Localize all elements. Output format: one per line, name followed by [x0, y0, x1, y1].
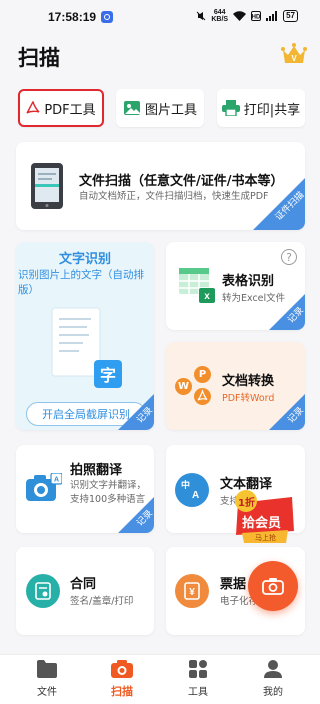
hd-icon: HD — [251, 11, 262, 21]
contract-desc: 签名/盖章/打印 — [70, 596, 134, 607]
net-speed-value: 644 — [213, 9, 226, 16]
page-title: 扫描 — [18, 46, 60, 70]
ppt-badge-icon: P — [194, 366, 211, 383]
pdf-icon — [26, 101, 40, 114]
receipt-title: 票据 — [220, 577, 247, 592]
nav-files[interactable]: 文件 — [17, 659, 77, 698]
receipt-yen-glyph: ¥ — [184, 582, 200, 600]
tablet-scan-icon — [31, 163, 63, 209]
word-badge-letter: W — [177, 381, 190, 392]
vip-promo-badge[interactable]: 1折 拾会员 马上抢 — [232, 487, 298, 545]
folder-icon — [37, 660, 57, 678]
contract-title: 合同 — [70, 577, 97, 592]
promo-top-label: 1折 — [238, 498, 255, 509]
doc-convert-card[interactable]: W P 文档转换 PDF转Word 记录 — [166, 342, 305, 430]
nav-scan[interactable]: 扫描 — [92, 659, 152, 699]
receipt-icon: ¥ — [175, 574, 209, 608]
tools-grid-icon — [189, 660, 207, 678]
svg-text:¥: ¥ — [189, 587, 195, 598]
print-share-label: 打印|共享 — [243, 102, 301, 118]
doc-scan-card[interactable]: 文件扫描（任意文件/证件/书本等） 自动文档矫正，文件扫描归档，快速生成PDF … — [16, 142, 305, 230]
svg-text:A: A — [54, 477, 59, 484]
wifi-icon — [233, 11, 247, 21]
ocr-glyph: 字 — [99, 366, 116, 385]
nav-mine[interactable]: 我的 — [243, 659, 303, 698]
svg-text:x: x — [204, 291, 210, 302]
text-translate-icon-zh: 中 — [181, 481, 191, 491]
contract-card[interactable]: 合同 签名/盖章/打印 — [16, 547, 154, 635]
print-share-button[interactable]: 打印|共享 — [217, 89, 305, 127]
status-icons: 644 KB/S HD 57 — [196, 9, 298, 23]
ocr-title: 文字识别 — [58, 252, 111, 267]
image-icon — [123, 101, 140, 115]
ocr-global-screenshot-label: 开启全局截屏识别 — [42, 408, 130, 421]
nav-files-label: 文件 — [37, 687, 57, 698]
net-speed-unit: KB/S — [211, 16, 229, 23]
word-badge-icon: W — [175, 378, 192, 395]
doc-scan-desc: 自动文档矫正，文件扫描归档，快速生成PDF — [79, 191, 269, 202]
nav-tools-label: 工具 — [188, 687, 208, 698]
signal-icon — [266, 11, 278, 21]
nav-tools[interactable]: 工具 — [168, 659, 228, 698]
contract-doc-glyph — [35, 582, 51, 600]
user-icon — [264, 660, 282, 678]
ppt-badge-letter: P — [198, 369, 207, 380]
ocr-glyph-badge: 字 — [94, 360, 122, 388]
mute-icon — [197, 11, 206, 21]
table-ocr-card[interactable]: ? x 表格识别 转为Excel文件 记录 — [166, 242, 305, 330]
promo-main-label: 拾会员 — [242, 516, 282, 531]
doc-convert-title: 文档转换 — [222, 374, 275, 389]
ocr-desc: 识别图片上的文字（自动排版） — [18, 269, 144, 296]
text-translate-icon: 中 A — [175, 473, 209, 507]
status-time: 17:58:19 — [48, 10, 97, 24]
image-tool-label: 图片工具 — [144, 102, 197, 118]
scan-camera-icon — [111, 660, 133, 678]
printer-icon — [221, 100, 240, 116]
svg-text:HD: HD — [252, 15, 261, 21]
net-speed: 644 KB/S — [211, 9, 228, 23]
help-icon-glyph: ? — [286, 250, 292, 264]
contract-icon — [26, 574, 60, 608]
promo-sub-label: 马上抢 — [255, 534, 276, 542]
table-ocr-title: 表格识别 — [222, 274, 275, 289]
pdf-tool-button[interactable]: PDF工具 — [18, 89, 104, 127]
nav-scan-label: 扫描 — [111, 685, 133, 698]
image-tool-button[interactable]: 图片工具 — [116, 89, 204, 127]
camera-fab-button[interactable] — [248, 561, 298, 611]
vip-crown-icon[interactable]: V — [281, 42, 307, 66]
svg-text:V: V — [291, 54, 297, 63]
battery-level: 57 — [283, 10, 298, 22]
status-bar: 17:58:19 644 KB/S HD 57 — [0, 0, 320, 34]
spreadsheet-icon: x — [179, 268, 215, 303]
pdf-tool-label: PDF工具 — [44, 102, 96, 118]
doc-convert-desc: PDF转Word — [222, 393, 275, 404]
camera-translate-icon: A — [26, 473, 62, 501]
help-icon[interactable]: ? — [281, 249, 297, 265]
app-notification-icon — [101, 11, 113, 23]
photo-translate-title: 拍照翻译 — [70, 463, 123, 478]
bottom-nav: 文件 扫描 工具 我的 — [0, 654, 320, 704]
pdf-badge-icon — [194, 388, 211, 405]
camera-icon — [262, 578, 284, 595]
text-translate-icon-a: A — [192, 490, 200, 501]
nav-mine-label: 我的 — [263, 687, 283, 698]
ocr-card[interactable]: 文字识别 识别图片上的文字（自动排版） 字 开启全局截屏识别 记录 — [16, 242, 154, 430]
photo-translate-card[interactable]: A 拍照翻译 识别文字并翻译，支持100多种语言 记录 — [16, 445, 154, 533]
